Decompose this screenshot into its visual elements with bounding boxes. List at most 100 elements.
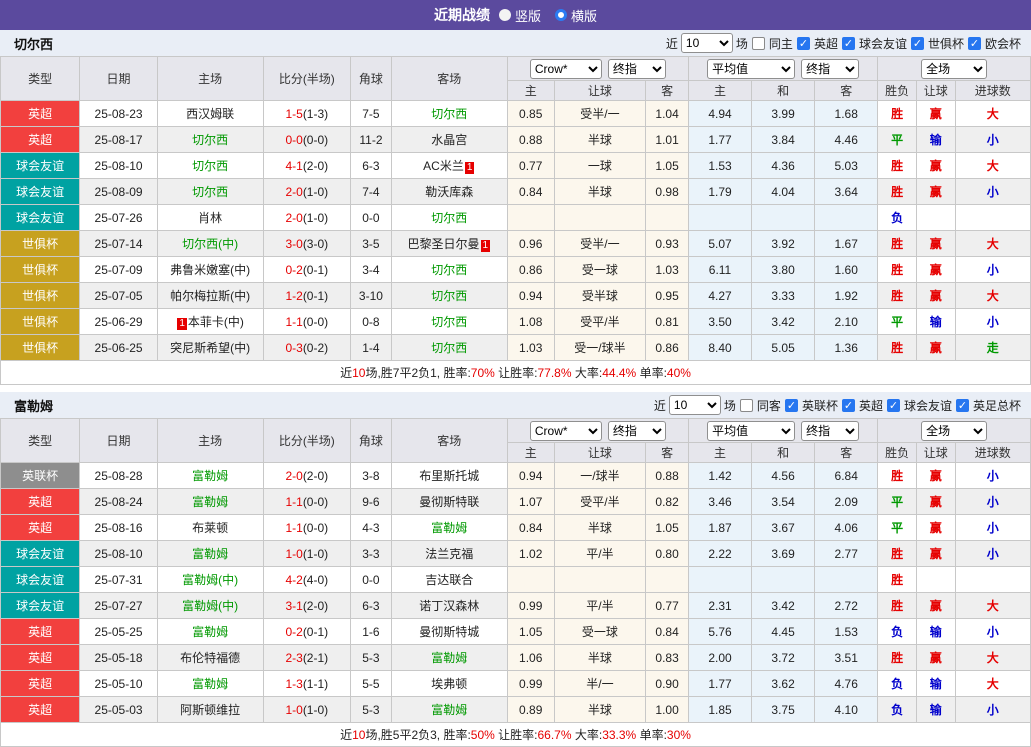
radio-vertical-option[interactable]: 竖版 xyxy=(499,6,541,25)
away-team-name: 切尔西 xyxy=(431,263,467,277)
competition-checkbox[interactable]: ✓ xyxy=(842,399,855,412)
competition-checkbox[interactable]: ✓ xyxy=(842,37,855,50)
result-wl-header: 胜负 xyxy=(878,443,917,463)
corner-cell: 5-3 xyxy=(351,697,392,723)
home-team-name: 富勒姆(中) xyxy=(182,573,238,587)
avg-time-select[interactable]: 终指 xyxy=(801,421,859,441)
radio-horizontal-option[interactable]: 横版 xyxy=(555,6,597,25)
result-goals-cell: 走 xyxy=(955,335,1030,361)
fulltime-score: 1-1 xyxy=(285,495,302,509)
scope-selects: 全场 xyxy=(879,59,1029,79)
odds-time-select[interactable]: 终指 xyxy=(608,421,666,441)
avg-home-cell: 1.87 xyxy=(688,515,751,541)
red-card-badge: 1 xyxy=(177,318,187,330)
home-team-name: 富勒姆 xyxy=(192,625,228,639)
score-cell: 4-1(2-0) xyxy=(263,153,351,179)
avg-draw-header: 和 xyxy=(752,443,815,463)
avg-time-select[interactable]: 终指 xyxy=(801,59,859,79)
odds-home-cell: 0.85 xyxy=(507,101,554,127)
scope-select[interactable]: 全场 xyxy=(921,421,987,441)
odds-home-cell: 1.08 xyxy=(507,309,554,335)
avg-select[interactable]: 平均值 xyxy=(707,59,795,79)
match-row: 英超25-08-17切尔西0-0(0-0)11-2水晶宫0.88半球1.011.… xyxy=(1,127,1031,153)
competition-checkbox[interactable]: ✓ xyxy=(968,37,981,50)
date-header: 日期 xyxy=(80,419,157,463)
result-handicap-cell: 输 xyxy=(916,671,955,697)
team-section: 富勒姆近10场同客✓英联杯✓英超✓球会友谊✓英足总杯类型日期主场比分(半场)角球… xyxy=(0,392,1031,747)
check-icon: ✓ xyxy=(844,400,853,412)
corner-cell: 3-3 xyxy=(351,541,392,567)
score-header: 比分(半场) xyxy=(263,419,351,463)
date-cell: 25-05-25 xyxy=(80,619,157,645)
check-icon: ✓ xyxy=(889,400,898,412)
type-badge: 英联杯 xyxy=(1,463,80,489)
result-wl-cell: 胜 xyxy=(878,179,917,205)
odds-group-header: Crow* 终指 xyxy=(507,57,688,81)
home-team-name: 西汉姆联 xyxy=(186,107,234,121)
competition-checkbox[interactable]: ✓ xyxy=(785,399,798,412)
type-badge: 球会友谊 xyxy=(1,153,80,179)
odds-time-select[interactable]: 终指 xyxy=(608,59,666,79)
odds-away-cell: 0.84 xyxy=(646,619,689,645)
same-venue-checkbox[interactable] xyxy=(752,37,765,50)
date-cell: 25-05-18 xyxy=(80,645,157,671)
result-wl-cell: 负 xyxy=(878,619,917,645)
type-badge: 球会友谊 xyxy=(1,567,80,593)
check-icon: ✓ xyxy=(913,38,922,50)
avg-draw-cell xyxy=(752,567,815,593)
result-handicap-cell: 赢 xyxy=(916,645,955,671)
away-team-cell: 富勒姆 xyxy=(391,645,507,671)
score-cell: 1-2(0-1) xyxy=(263,283,351,309)
avg-home-cell: 1.85 xyxy=(688,697,751,723)
odds-handicap-cell: 受半/一 xyxy=(554,231,646,257)
fulltime-score: 3-1 xyxy=(285,599,302,613)
result-wl-cell: 平 xyxy=(878,489,917,515)
home-header: 主场 xyxy=(157,57,263,101)
date-cell: 25-07-09 xyxy=(80,257,157,283)
odds-source-select[interactable]: Crow* xyxy=(530,59,602,79)
odds-handicap-cell xyxy=(554,205,646,231)
odds-source-select[interactable]: Crow* xyxy=(530,421,602,441)
result-wl-cell: 负 xyxy=(878,205,917,231)
same-venue-checkbox[interactable] xyxy=(740,399,753,412)
avg-away-cell: 3.51 xyxy=(815,645,878,671)
corner-cell: 1-6 xyxy=(351,619,392,645)
odds-handicap-cell: 受半/一 xyxy=(554,101,646,127)
same-venue-label: 同客 xyxy=(757,397,781,414)
competition-checkbox[interactable]: ✓ xyxy=(911,37,924,50)
odds-home-cell: 0.88 xyxy=(507,127,554,153)
home-team-cell: 布伦特福德 xyxy=(157,645,263,671)
fulltime-score: 2-3 xyxy=(285,651,302,665)
avg-draw-cell: 4.45 xyxy=(752,619,815,645)
radio-horizontal-icon[interactable] xyxy=(555,9,567,21)
home-team-name: 富勒姆 xyxy=(192,469,228,483)
avg-select[interactable]: 平均值 xyxy=(707,421,795,441)
result-handicap-cell xyxy=(916,205,955,231)
result-goals-cell: 小 xyxy=(955,515,1030,541)
odds-away-cell: 0.88 xyxy=(646,463,689,489)
avg-away-cell: 2.10 xyxy=(815,309,878,335)
odds-handicap-cell: 平/半 xyxy=(554,541,646,567)
competition-label: 世俱杯 xyxy=(928,35,964,52)
recent-count-select[interactable]: 10 xyxy=(669,395,721,415)
scope-select[interactable]: 全场 xyxy=(921,59,987,79)
result-wl-cell: 胜 xyxy=(878,101,917,127)
radio-vertical-icon[interactable] xyxy=(499,9,511,21)
match-row: 英超25-08-16布莱顿1-1(0-0)4-3富勒姆0.84半球1.051.8… xyxy=(1,515,1031,541)
competition-checkbox[interactable]: ✓ xyxy=(797,37,810,50)
competition-label: 欧会杯 xyxy=(985,35,1021,52)
score-cell: 2-0(1-0) xyxy=(263,205,351,231)
date-cell: 25-08-10 xyxy=(80,541,157,567)
summary-segment: 40% xyxy=(667,366,691,380)
recent-count-select[interactable]: 10 xyxy=(681,33,733,53)
competition-checkbox[interactable]: ✓ xyxy=(956,399,969,412)
corner-cell: 0-8 xyxy=(351,309,392,335)
odds-handicap-cell: 一/球半 xyxy=(554,463,646,489)
avg-draw-cell: 3.69 xyxy=(752,541,815,567)
odds-away-cell: 0.82 xyxy=(646,489,689,515)
date-cell: 25-08-10 xyxy=(80,153,157,179)
type-badge: 球会友谊 xyxy=(1,179,80,205)
avg-draw-cell: 3.54 xyxy=(752,489,815,515)
competition-checkbox[interactable]: ✓ xyxy=(887,399,900,412)
avg-away-cell: 1.36 xyxy=(815,335,878,361)
